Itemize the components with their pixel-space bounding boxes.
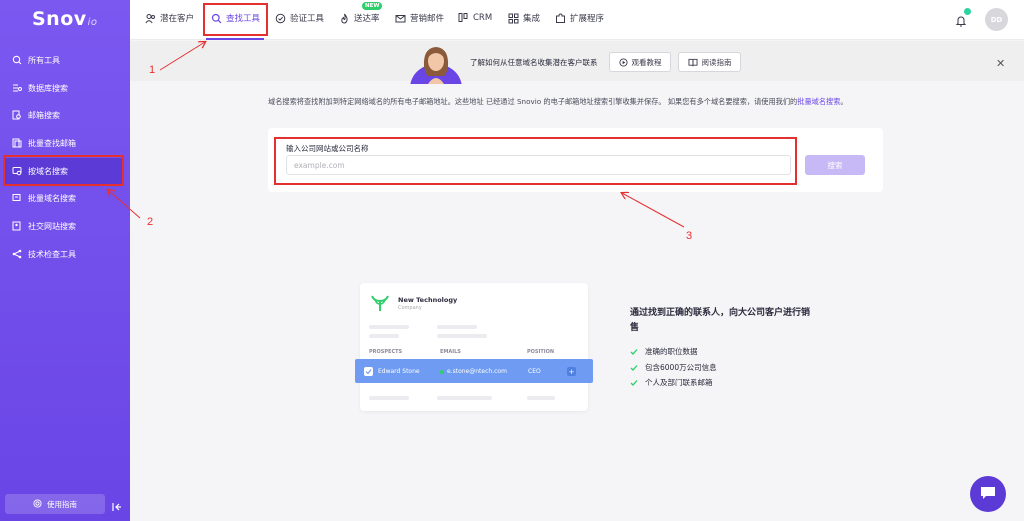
skeleton-line xyxy=(437,334,487,338)
play-circle-icon xyxy=(618,57,628,67)
user-avatar[interactable]: DD xyxy=(985,8,1008,31)
arrow-3 xyxy=(622,193,685,228)
grid-icon xyxy=(508,13,519,24)
nav-deliverability[interactable]: 送达率 xyxy=(339,12,380,24)
check-icon xyxy=(630,348,638,356)
feature-title: 通过找到正确的联系人，向大公司客户进行销售 xyxy=(630,308,811,333)
skeleton-line xyxy=(369,334,399,338)
annotation-number-3: 3 xyxy=(686,230,693,242)
preview-email: e.stone@ntech.com xyxy=(447,368,507,375)
check-circle-icon xyxy=(275,13,286,24)
preview-header-prospects: PROSPECTS xyxy=(369,349,403,355)
sidebar-item-all-tools[interactable]: 所有工具 xyxy=(0,47,130,73)
bulk-doc-icon xyxy=(12,138,22,148)
sidebar-item-tech-checker[interactable]: 技术检查工具 xyxy=(0,241,130,267)
bulk-domain-icon xyxy=(12,193,22,203)
presenter-avatar xyxy=(410,44,462,84)
mail-icon xyxy=(395,13,406,24)
sidebar-item-label: 邮箱搜索 xyxy=(28,110,60,120)
sidebar-item-label: 社交网站搜索 xyxy=(28,221,76,231)
chat-support-button[interactable] xyxy=(970,476,1006,512)
nav-integrations[interactable]: 集成 xyxy=(508,12,540,24)
nav-crm[interactable]: CRM xyxy=(458,12,492,23)
banner-text: 了解如何从任意域名收集潜在客户联系 xyxy=(470,58,598,67)
feature-item: 包含6000万公司信息 xyxy=(630,362,717,373)
sidebar-item-label: 批量域名搜索 xyxy=(28,193,76,203)
sidebar-item-bulk-email[interactable]: 批量查找邮箱 xyxy=(0,130,130,156)
nav-prospects[interactable]: 潜在客户 xyxy=(145,12,194,24)
list-filter-icon xyxy=(12,83,22,93)
new-badge: NEW xyxy=(362,2,383,10)
skeleton-line xyxy=(369,325,409,329)
feature-item: 准确的职位数据 xyxy=(630,346,698,357)
puzzle-icon xyxy=(555,12,566,24)
annotation-number-2: 2 xyxy=(147,216,154,228)
skeleton-line xyxy=(437,325,477,329)
company-logo-icon xyxy=(370,294,390,312)
search-circle-icon xyxy=(12,55,22,65)
read-guide-button[interactable]: 阅读指南 xyxy=(678,52,741,72)
annotation-box-top-nav xyxy=(203,3,268,36)
annotation-box-sidebar xyxy=(3,155,124,186)
feature-item: 个人及部门联系邮箱 xyxy=(630,377,713,388)
check-icon xyxy=(630,364,638,372)
sidebar-item-label: 数据库搜索 xyxy=(28,83,68,93)
sidebar: Snovio 所有工具 数据库搜索 邮箱搜索 批量查找邮箱 按域名搜索 批量域名… xyxy=(0,0,130,521)
skeleton-line xyxy=(369,396,409,400)
sidebar-item-label: 批量查找邮箱 xyxy=(28,138,76,148)
crm-icon xyxy=(458,12,469,23)
doc-search-icon xyxy=(12,110,22,120)
flame-icon xyxy=(339,13,350,24)
sidebar-item-bulk-domain[interactable]: 批量域名搜索 xyxy=(0,185,130,211)
share-nodes-icon xyxy=(12,249,22,259)
preview-position: CEO xyxy=(528,368,541,375)
plus-icon: + xyxy=(567,367,576,376)
bulk-domain-search-link[interactable]: 批量域名搜索 xyxy=(797,97,840,106)
preview-header-emails: EMAILS xyxy=(440,349,461,355)
preview-header-position: POSITION xyxy=(527,349,555,355)
domain-search-description: 域名搜索将查找附加到特定网络域名的所有电子邮箱地址。这些地址 已经通过 Snov… xyxy=(268,97,848,106)
preview-name: Edward Stone xyxy=(378,368,420,375)
preview-company-name: New Technology xyxy=(398,296,458,304)
preview-company-sub: Company xyxy=(398,305,422,311)
social-search-icon xyxy=(12,221,22,231)
checkbox-checked-icon xyxy=(364,367,373,376)
notification-dot xyxy=(964,8,971,15)
logo[interactable]: Snovio xyxy=(32,8,98,30)
nav-email-campaigns[interactable]: 营销邮件 xyxy=(395,12,444,24)
guide-button[interactable]: 使用指南 xyxy=(5,494,105,514)
watch-tutorial-button[interactable]: 观看教程 xyxy=(609,52,671,72)
users-icon xyxy=(145,13,156,24)
sidebar-item-social-search[interactable]: 社交网站搜索 xyxy=(0,213,130,239)
skeleton-line xyxy=(527,396,555,400)
sidebar-item-database-search[interactable]: 数据库搜索 xyxy=(0,75,130,101)
collapse-sidebar-icon[interactable] xyxy=(111,498,123,511)
skeleton-line xyxy=(437,396,492,400)
annotation-number-1: 1 xyxy=(149,64,156,76)
nav-extensions[interactable]: 扩展程序 xyxy=(555,12,604,24)
results-preview-card xyxy=(360,283,588,411)
book-icon xyxy=(688,58,698,67)
sidebar-item-label: 所有工具 xyxy=(28,55,60,65)
check-icon xyxy=(630,379,638,387)
sidebar-item-email-search[interactable]: 邮箱搜索 xyxy=(0,102,130,128)
nav-verify-tools[interactable]: 验证工具 xyxy=(275,12,324,24)
sidebar-item-label: 技术检查工具 xyxy=(28,249,76,259)
lifebuoy-icon xyxy=(33,498,42,510)
chat-bubble-icon xyxy=(980,485,996,504)
annotation-box-search xyxy=(274,137,797,185)
search-button[interactable]: 搜索 xyxy=(805,155,865,175)
active-tab-indicator xyxy=(206,38,264,40)
status-dot xyxy=(440,370,444,374)
close-banner-icon[interactable]: ✕ xyxy=(996,57,1005,70)
